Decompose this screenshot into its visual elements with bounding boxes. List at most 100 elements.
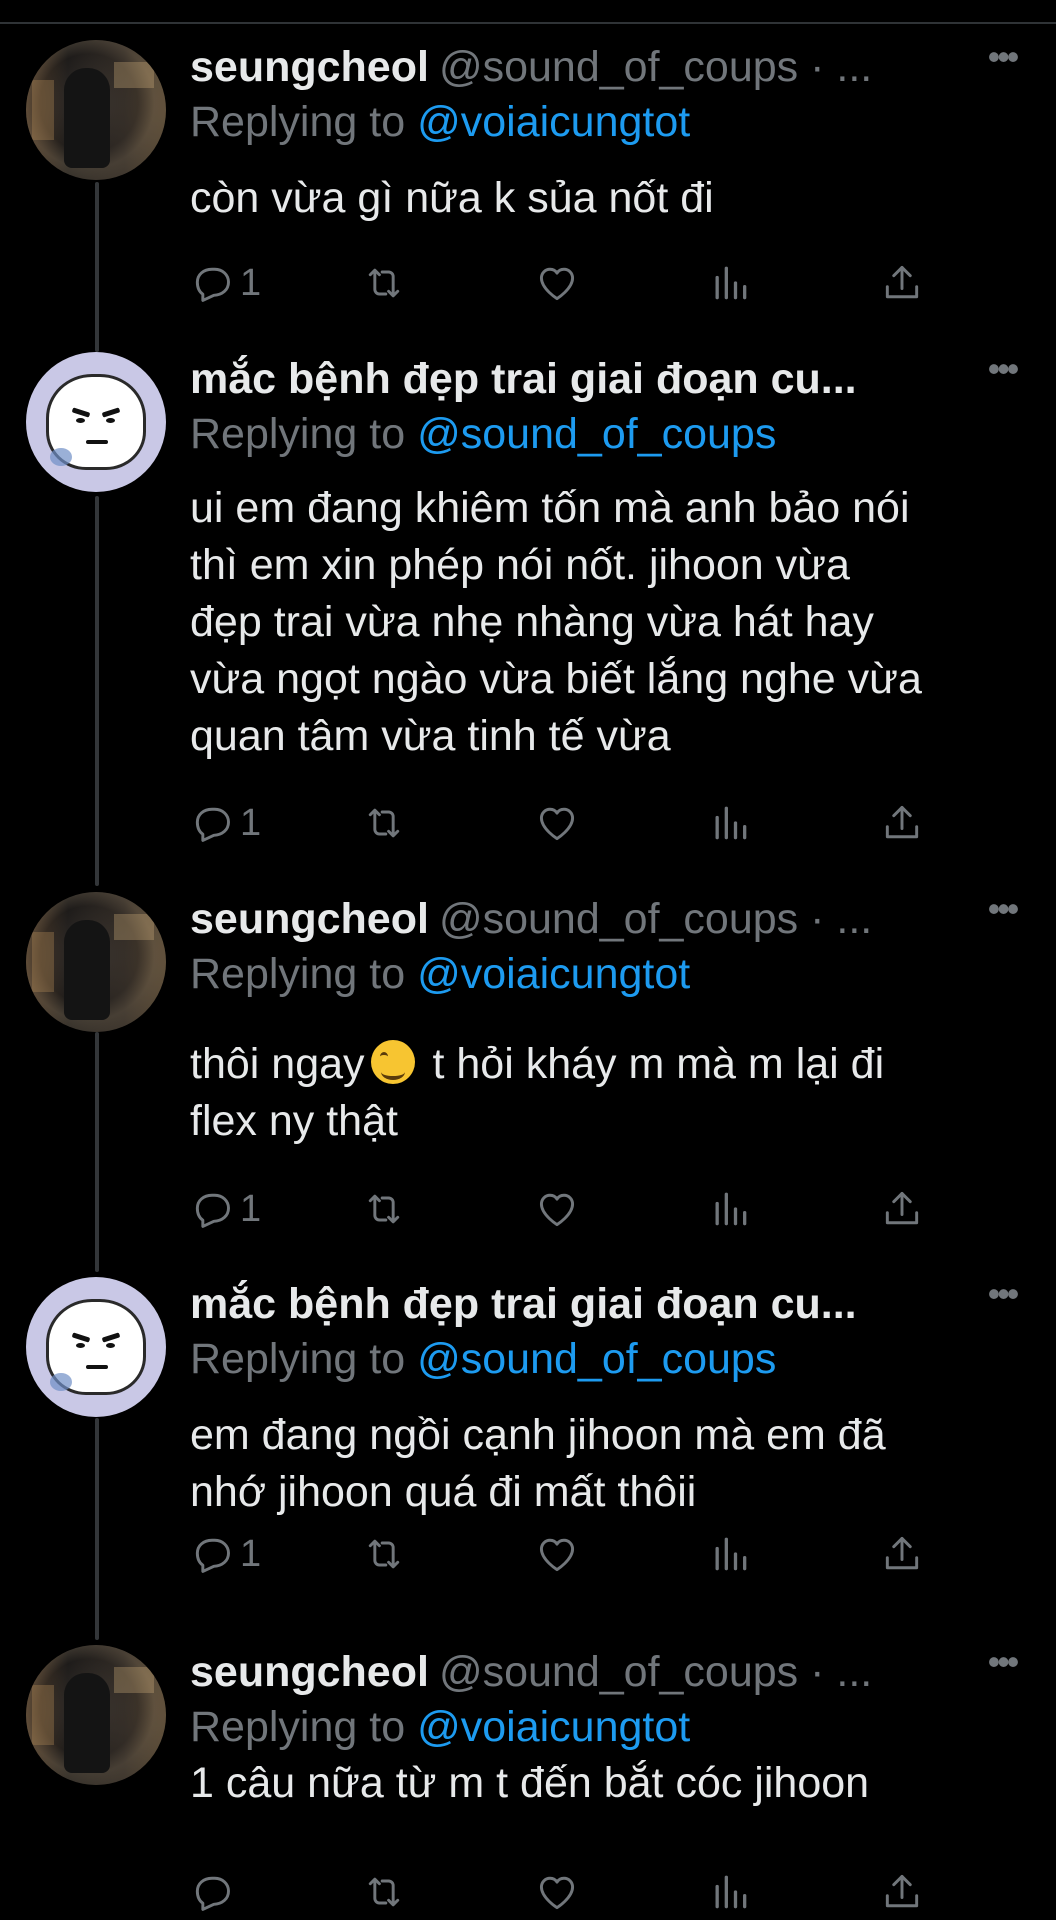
tweet-text: thôi ngay t hỏi kháy m mà m lại đi flex …: [190, 1036, 1030, 1150]
views-button[interactable]: [708, 1184, 752, 1234]
reply-button[interactable]: 1: [190, 1184, 261, 1234]
retweet-button[interactable]: [362, 258, 406, 308]
replying-to-label: Replying to: [190, 98, 406, 146]
tweet-text-line: đẹp trai vừa nhẹ nhàng vừa hát hay: [190, 598, 874, 646]
share-button[interactable]: [880, 1529, 924, 1579]
reply-button[interactable]: 1: [190, 1529, 261, 1579]
views-button[interactable]: [708, 258, 752, 308]
tweet-text-line: quan tâm vừa tinh tế vừa: [190, 712, 671, 760]
tweet-text: ui em đang khiêm tốn mà anh bảo nói thì …: [190, 480, 1030, 765]
tweet-header: seungcheol @sound_of_coups · ...: [190, 42, 990, 92]
avatar[interactable]: [26, 352, 166, 492]
action-bar: [190, 1867, 1030, 1917]
display-name[interactable]: seungcheol: [190, 1648, 429, 1696]
reply-button[interactable]: 1: [190, 798, 261, 848]
display-name[interactable]: seungcheol: [190, 895, 429, 943]
reply-count: 1: [240, 1187, 262, 1230]
reply-icon: [190, 1532, 234, 1576]
more-icon[interactable]: •••: [982, 1644, 1022, 1687]
replying-to: Replying to @voiaicungtot: [190, 96, 690, 148]
avatar[interactable]: [26, 40, 166, 180]
tweet-text-line: thì em xin phép nói nốt. jihoon vừa: [190, 541, 850, 589]
like-icon: [535, 1187, 579, 1231]
tweet-header: seungcheol @sound_of_coups · ...: [190, 894, 990, 944]
retweet-button[interactable]: [362, 1529, 406, 1579]
like-button[interactable]: [535, 258, 579, 308]
username-handle[interactable]: @sound_of_coups · ...: [439, 895, 872, 943]
like-button[interactable]: [535, 1184, 579, 1234]
share-button[interactable]: [880, 1184, 924, 1234]
like-button[interactable]: [535, 1867, 579, 1917]
retweet-icon: [362, 801, 406, 845]
action-bar: 1: [190, 1184, 1030, 1234]
retweet-button[interactable]: [362, 1867, 406, 1917]
like-icon: [535, 801, 579, 845]
replying-to: Replying to @sound_of_coups: [190, 1333, 776, 1385]
reply-icon: [190, 1187, 234, 1231]
reply-button[interactable]: 1: [190, 258, 261, 308]
reply-count: 1: [240, 1532, 262, 1575]
reply-target-link[interactable]: @voiaicungtot: [417, 1703, 690, 1751]
views-icon: [708, 801, 752, 845]
display-name[interactable]: seungcheol: [190, 43, 429, 91]
share-icon: [880, 261, 924, 305]
display-name[interactable]: mắc bệnh đẹp trai giai đoạn cu...: [190, 355, 857, 403]
tweet-text-line: 1 câu nữa từ m t đến bắt cóc jihoon: [190, 1759, 870, 1807]
thread-line: [95, 182, 99, 352]
avatar[interactable]: [26, 1277, 166, 1417]
more-icon[interactable]: •••: [982, 351, 1022, 394]
display-name[interactable]: mắc bệnh đẹp trai giai đoạn cu...: [190, 1280, 857, 1328]
action-bar: 1: [190, 1529, 1030, 1579]
tweet-text-segment: t hỏi kháy m mà m lại đi: [420, 1040, 885, 1088]
retweet-button[interactable]: [362, 1184, 406, 1234]
replying-to-label: Replying to: [190, 1335, 406, 1383]
retweet-icon: [362, 1532, 406, 1576]
replying-to: Replying to @voiaicungtot: [190, 948, 690, 1000]
views-button[interactable]: [708, 1867, 752, 1917]
views-icon: [708, 1187, 752, 1231]
views-button[interactable]: [708, 1529, 752, 1579]
action-bar: 1: [190, 798, 1030, 848]
thread-line: [95, 1032, 99, 1272]
more-icon[interactable]: •••: [982, 39, 1022, 82]
share-button[interactable]: [880, 798, 924, 848]
more-icon[interactable]: •••: [982, 891, 1022, 934]
avatar[interactable]: [26, 1645, 166, 1785]
like-icon: [535, 261, 579, 305]
reply-icon: [190, 1870, 234, 1914]
replying-to-label: Replying to: [190, 1703, 406, 1751]
share-button[interactable]: [880, 258, 924, 308]
top-divider: [0, 22, 1056, 24]
tweet-text: 1 câu nữa từ m t đến bắt cóc jihoon: [190, 1755, 1030, 1812]
grinning-sweat-emoji-icon: [370, 1040, 415, 1084]
views-icon: [708, 1532, 752, 1576]
replying-to-label: Replying to: [190, 950, 406, 998]
tweet-text: em đang ngồi cạnh jihoon mà em đã nhớ ji…: [190, 1407, 1030, 1521]
thread-line: [95, 496, 99, 886]
username-handle[interactable]: @sound_of_coups · ...: [439, 1648, 872, 1696]
tweet-text: còn vừa gì nữa k sủa nốt đi: [190, 170, 1030, 227]
share-button[interactable]: [880, 1867, 924, 1917]
tweet-text-line: còn vừa gì nữa k sủa nốt đi: [190, 174, 714, 222]
retweet-icon: [362, 261, 406, 305]
reply-target-link[interactable]: @voiaicungtot: [417, 950, 690, 998]
reply-target-link[interactable]: @sound_of_coups: [417, 410, 776, 458]
share-icon: [880, 1532, 924, 1576]
username-handle[interactable]: @sound_of_coups · ...: [439, 43, 872, 91]
replying-to: Replying to @voiaicungtot: [190, 1701, 690, 1753]
tweet-header: mắc bệnh đẹp trai giai đoạn cu...: [190, 354, 990, 404]
like-button[interactable]: [535, 1529, 579, 1579]
more-icon[interactable]: •••: [982, 1276, 1022, 1319]
retweet-button[interactable]: [362, 798, 406, 848]
like-button[interactable]: [535, 798, 579, 848]
reply-icon: [190, 261, 234, 305]
like-icon: [535, 1870, 579, 1914]
reply-button[interactable]: [190, 1867, 240, 1917]
views-button[interactable]: [708, 798, 752, 848]
tweet-header: mắc bệnh đẹp trai giai đoạn cu...: [190, 1279, 990, 1329]
reply-target-link[interactable]: @sound_of_coups: [417, 1335, 776, 1383]
share-icon: [880, 1870, 924, 1914]
reply-icon: [190, 801, 234, 845]
avatar[interactable]: [26, 892, 166, 1032]
reply-target-link[interactable]: @voiaicungtot: [417, 98, 690, 146]
